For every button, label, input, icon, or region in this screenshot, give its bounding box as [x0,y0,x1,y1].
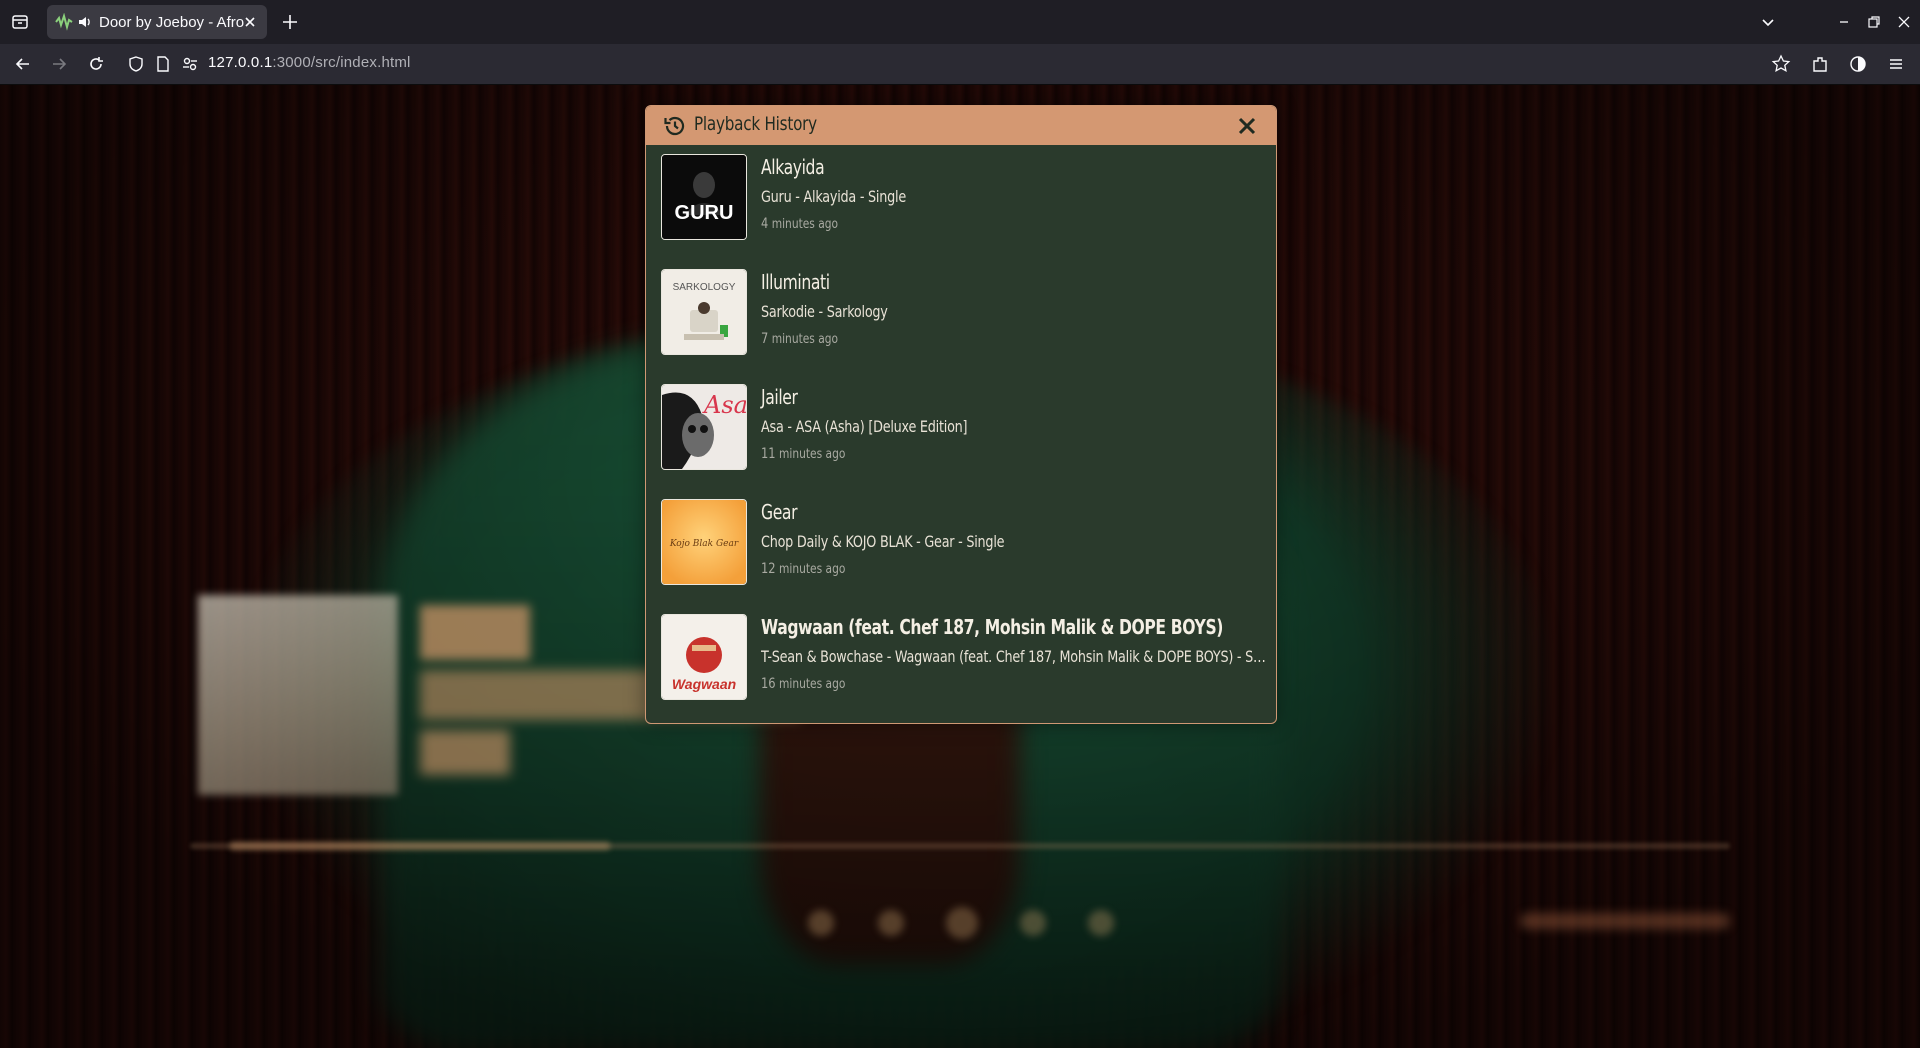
song-title: Wagwaan (feat. Chef 187, Mohsin Malik & … [761,615,1224,639]
shield-icon[interactable] [126,54,146,74]
forward-icon[interactable] [49,54,69,74]
album-cover: GURU [661,154,747,240]
played-ago-unit: minutes ago [771,332,839,347]
tab-close-icon[interactable] [241,13,259,31]
shuffle-control [808,910,834,936]
repeat-control [1088,910,1114,936]
new-tab-icon[interactable] [280,12,300,32]
cover-text: GURU [675,202,734,224]
album-cover: SARKOLOGY [661,269,747,355]
bookmark-star-icon[interactable] [1771,54,1791,74]
played-ago-number: 16 [761,676,776,692]
modal-title: Playback History [694,113,817,135]
cover-text: Kojo Blak Gear [669,539,739,549]
extensions-icon[interactable] [1810,54,1830,74]
album-cover: Asa [661,384,747,470]
modal-header: Playback History [646,106,1276,145]
history-item[interactable]: Kojo Blak Gear Gear Chop Daily & KOJO BL… [646,490,1276,605]
url-bar[interactable]: 127.0.0.1:3000/src/index.html [208,54,411,71]
progress-fill [230,842,610,850]
minimize-icon[interactable] [1834,12,1854,32]
play-control [946,907,978,939]
played-ago: 7 minutes ago [761,331,838,347]
now-playing-cover [198,595,398,795]
played-ago: 16 minutes ago [761,676,845,692]
cover-text: Asa [702,391,746,419]
menu-icon[interactable] [1886,54,1906,74]
next-control [1020,910,1046,936]
tab-list-icon[interactable] [8,10,32,34]
played-ago: 4 minutes ago [761,216,838,232]
close-window-icon[interactable] [1894,12,1914,32]
permissions-icon[interactable] [180,54,200,74]
song-album: Sarkodie - Sarkology [761,302,888,321]
song-title: Gear [761,500,798,524]
song-album: Chop Daily & KOJO BLAK - Gear - Single [761,532,1005,551]
played-ago-unit: minutes ago [771,217,839,232]
now-playing-title-blur [420,605,530,660]
history-item[interactable]: Asa Jailer Asa - ASA (Asha) [Deluxe Edit… [646,375,1276,490]
url-path: :3000/src/index.html [272,54,411,71]
url-host: 127.0.0.1 [208,54,273,71]
played-ago-number: 12 [761,561,776,577]
song-title: Jailer [761,385,798,409]
played-ago-unit: minutes ago [779,562,846,577]
browser-tab-bar: Door by Joeboy - Afro [0,0,1920,44]
audio-favicon-icon [55,13,73,31]
album-cover: Wagwaan [661,614,747,700]
song-album: T-Sean & Bowchase - Wagwaan (feat. Chef … [761,647,1266,666]
reload-icon[interactable] [86,54,106,74]
played-ago-unit: minutes ago [779,447,846,462]
history-item[interactable]: GURU Alkayida Guru - Alkayida - Single 4… [646,145,1276,260]
song-title: Alkayida [761,155,825,179]
played-ago: 12 minutes ago [761,561,845,577]
list-all-tabs-icon[interactable] [1758,12,1778,32]
played-ago: 11 minutes ago [761,446,845,462]
account-icon[interactable] [1848,54,1868,74]
page-icon[interactable] [153,54,173,74]
previous-control [878,910,904,936]
now-playing-album-blur [420,730,510,775]
played-ago-number: 4 [761,216,769,232]
browser-tab-active[interactable]: Door by Joeboy - Afro [47,5,267,39]
history-item[interactable]: Wagwaan Wagwaan (feat. Chef 187, Mohsin … [646,605,1276,720]
cover-text: SARKOLOGY [673,282,736,293]
tab-title: Door by Joeboy - Afro [99,13,245,31]
played-ago-number: 11 [761,446,776,462]
cover-text: Wagwaan [672,676,736,692]
played-ago-number: 7 [761,331,769,347]
song-album: Asa - ASA (Asha) [Deluxe Edition] [761,417,968,436]
speaker-icon[interactable] [77,14,93,30]
played-ago-unit: minutes ago [779,677,846,692]
history-icon [664,116,685,136]
song-title: Illuminati [761,270,830,294]
song-album: Guru - Alkayida - Single [761,187,906,206]
back-icon[interactable] [13,54,33,74]
volume-slider [1520,913,1730,929]
album-cover: Kojo Blak Gear [661,499,747,585]
restore-icon[interactable] [1864,12,1884,32]
browser-nav-bar: 127.0.0.1:3000/src/index.html [0,44,1920,85]
playback-history-modal: Playback History GURU Alkayida Guru - Al… [645,105,1277,724]
history-item[interactable]: SARKOLOGY Illuminati Sarkodie - Sarkolog… [646,260,1276,375]
close-icon[interactable] [1236,115,1258,137]
